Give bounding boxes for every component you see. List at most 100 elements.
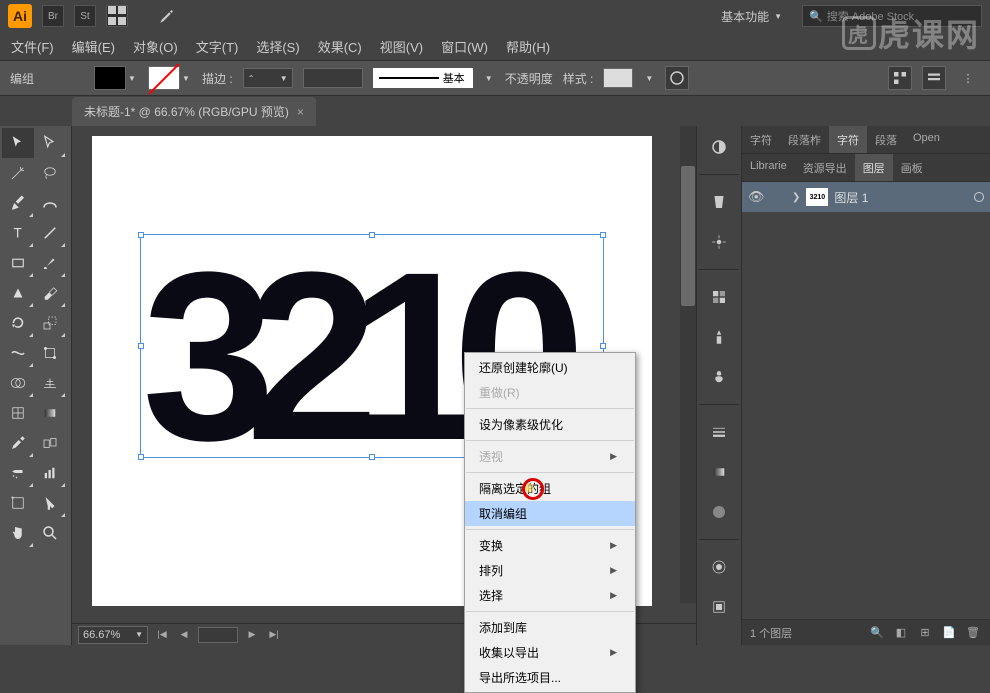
brush-definition[interactable]: 基本: [373, 68, 473, 88]
column-graph-tool[interactable]: [34, 458, 66, 488]
ctx-collect-export[interactable]: 收集以导出▶: [465, 640, 635, 665]
create-sublayer-icon[interactable]: ⊞: [916, 624, 934, 642]
transparency-panel-icon[interactable]: [706, 499, 732, 525]
artboard-tool[interactable]: [2, 488, 34, 518]
hand-tool[interactable]: [2, 518, 34, 548]
ctx-transform[interactable]: 变换▶: [465, 533, 635, 558]
workspace-selector[interactable]: 基本功能 ▼: [711, 4, 792, 29]
ctx-undo[interactable]: 还原创建轮廓(U): [465, 355, 635, 380]
selection-handle[interactable]: [600, 232, 606, 238]
menu-window[interactable]: 窗口(W): [432, 33, 497, 60]
tab-layers[interactable]: 图层: [855, 154, 893, 181]
tab-paragraph[interactable]: 段落: [867, 126, 905, 153]
tab-libraries[interactable]: Librarie: [742, 154, 795, 181]
selection-handle[interactable]: [138, 454, 144, 460]
next-artboard-button[interactable]: ▶: [244, 627, 260, 643]
zoom-level-input[interactable]: 66.67% ▼: [78, 626, 148, 644]
magic-wand-tool[interactable]: [2, 158, 34, 188]
artboard-nav-input[interactable]: [198, 627, 238, 643]
selection-handle[interactable]: [369, 454, 375, 460]
align-icon[interactable]: [888, 66, 912, 90]
rectangle-tool[interactable]: [2, 248, 34, 278]
locate-object-icon[interactable]: 🔍: [868, 624, 886, 642]
mesh-tool[interactable]: [2, 398, 34, 428]
free-transform-tool[interactable]: [34, 338, 66, 368]
recolor-icon[interactable]: [665, 66, 689, 90]
ctx-isolate[interactable]: 隔离选定的组: [465, 476, 635, 501]
make-clipping-mask-icon[interactable]: ◧: [892, 624, 910, 642]
prev-artboard-button[interactable]: ◀: [176, 627, 192, 643]
appearance-panel-icon[interactable]: [706, 554, 732, 580]
transform-icon[interactable]: [922, 66, 946, 90]
stroke-panel-icon[interactable]: [706, 419, 732, 445]
type-tool[interactable]: T: [2, 218, 34, 248]
tab-close-icon[interactable]: ×: [297, 105, 304, 119]
direct-selection-tool[interactable]: [34, 128, 66, 158]
ctx-arrange[interactable]: 排列▶: [465, 558, 635, 583]
curvature-tool[interactable]: [34, 188, 66, 218]
selection-handle[interactable]: [600, 343, 606, 349]
new-layer-icon[interactable]: 📄: [940, 624, 958, 642]
tab-paragraph-short[interactable]: 段落柞: [780, 126, 829, 153]
vertical-scrollbar[interactable]: [680, 126, 696, 603]
tab-opentype[interactable]: Open: [905, 126, 948, 153]
fill-swatch[interactable]: [94, 66, 126, 90]
visibility-toggle-icon[interactable]: 👁: [748, 189, 766, 205]
eraser-tool[interactable]: [34, 278, 66, 308]
blend-tool[interactable]: [34, 428, 66, 458]
last-artboard-button[interactable]: ▶|: [266, 627, 282, 643]
menu-view[interactable]: 视图(V): [371, 33, 432, 60]
graphic-style[interactable]: [603, 68, 633, 88]
brush-icon[interactable]: [156, 5, 178, 27]
paintbrush-tool[interactable]: [34, 248, 66, 278]
stroke-dropdown[interactable]: ▼: [180, 66, 192, 90]
width-tool[interactable]: [2, 338, 34, 368]
document-tab-1[interactable]: 未标题-1* @ 66.67% (RGB/GPU 预览) ×: [72, 97, 316, 126]
perspective-grid-tool[interactable]: [34, 368, 66, 398]
first-artboard-button[interactable]: |◀: [154, 627, 170, 643]
ctx-export-selection[interactable]: 导出所选项目...: [465, 665, 635, 690]
lasso-tool[interactable]: [34, 158, 66, 188]
stroke-weight-input[interactable]: ⌃ ▼: [243, 68, 293, 88]
eyedropper-tool[interactable]: [2, 428, 34, 458]
ctx-pixel-optimize[interactable]: 设为像素级优化: [465, 412, 635, 437]
swatches-panel-icon[interactable]: [706, 284, 732, 310]
gradient-panel-icon[interactable]: [706, 459, 732, 485]
line-tool[interactable]: [34, 218, 66, 248]
layer-name[interactable]: 图层 1: [834, 189, 968, 206]
brush-dropdown[interactable]: ▼: [483, 66, 495, 90]
symbols-panel-icon[interactable]: [706, 364, 732, 390]
properties-panel-icon[interactable]: [706, 189, 732, 215]
fill-dropdown[interactable]: ▼: [126, 66, 138, 90]
zoom-tool[interactable]: [34, 518, 66, 548]
arrange-documents-icon[interactable]: [106, 5, 128, 27]
ctx-select[interactable]: 选择▶: [465, 583, 635, 608]
tab-character[interactable]: 字符: [742, 126, 780, 153]
tab-character-2[interactable]: 字符: [829, 126, 867, 153]
stroke-swatch[interactable]: [148, 66, 180, 90]
tab-asset-export[interactable]: 资源导出: [795, 154, 855, 181]
ctx-ungroup[interactable]: 取消编组: [465, 501, 635, 526]
bridge-icon[interactable]: Br: [42, 5, 64, 27]
ctx-add-to-library[interactable]: 添加到库: [465, 615, 635, 640]
brushes-panel-icon[interactable]: [706, 324, 732, 350]
symbol-sprayer-tool[interactable]: [2, 458, 34, 488]
selection-handle[interactable]: [369, 232, 375, 238]
selection-handle[interactable]: [138, 343, 144, 349]
variable-width-profile[interactable]: [303, 68, 363, 88]
layer-row-1[interactable]: 👁 ❯ 3210 图层 1: [742, 182, 990, 212]
layer-target-icon[interactable]: [974, 192, 984, 202]
color-panel-icon[interactable]: [706, 134, 732, 160]
menu-object[interactable]: 对象(O): [124, 33, 187, 60]
delete-layer-icon[interactable]: 🗑: [964, 624, 982, 642]
gradient-tool[interactable]: [34, 398, 66, 428]
shape-builder-tool[interactable]: [2, 368, 34, 398]
slice-tool[interactable]: [34, 488, 66, 518]
selection-tool[interactable]: [2, 128, 34, 158]
rotate-tool[interactable]: [2, 308, 34, 338]
scale-tool[interactable]: [34, 308, 66, 338]
graphic-styles-panel-icon[interactable]: [706, 594, 732, 620]
tab-artboards[interactable]: 画板: [893, 154, 931, 181]
menu-type[interactable]: 文字(T): [187, 33, 248, 60]
menu-edit[interactable]: 编辑(E): [63, 33, 124, 60]
